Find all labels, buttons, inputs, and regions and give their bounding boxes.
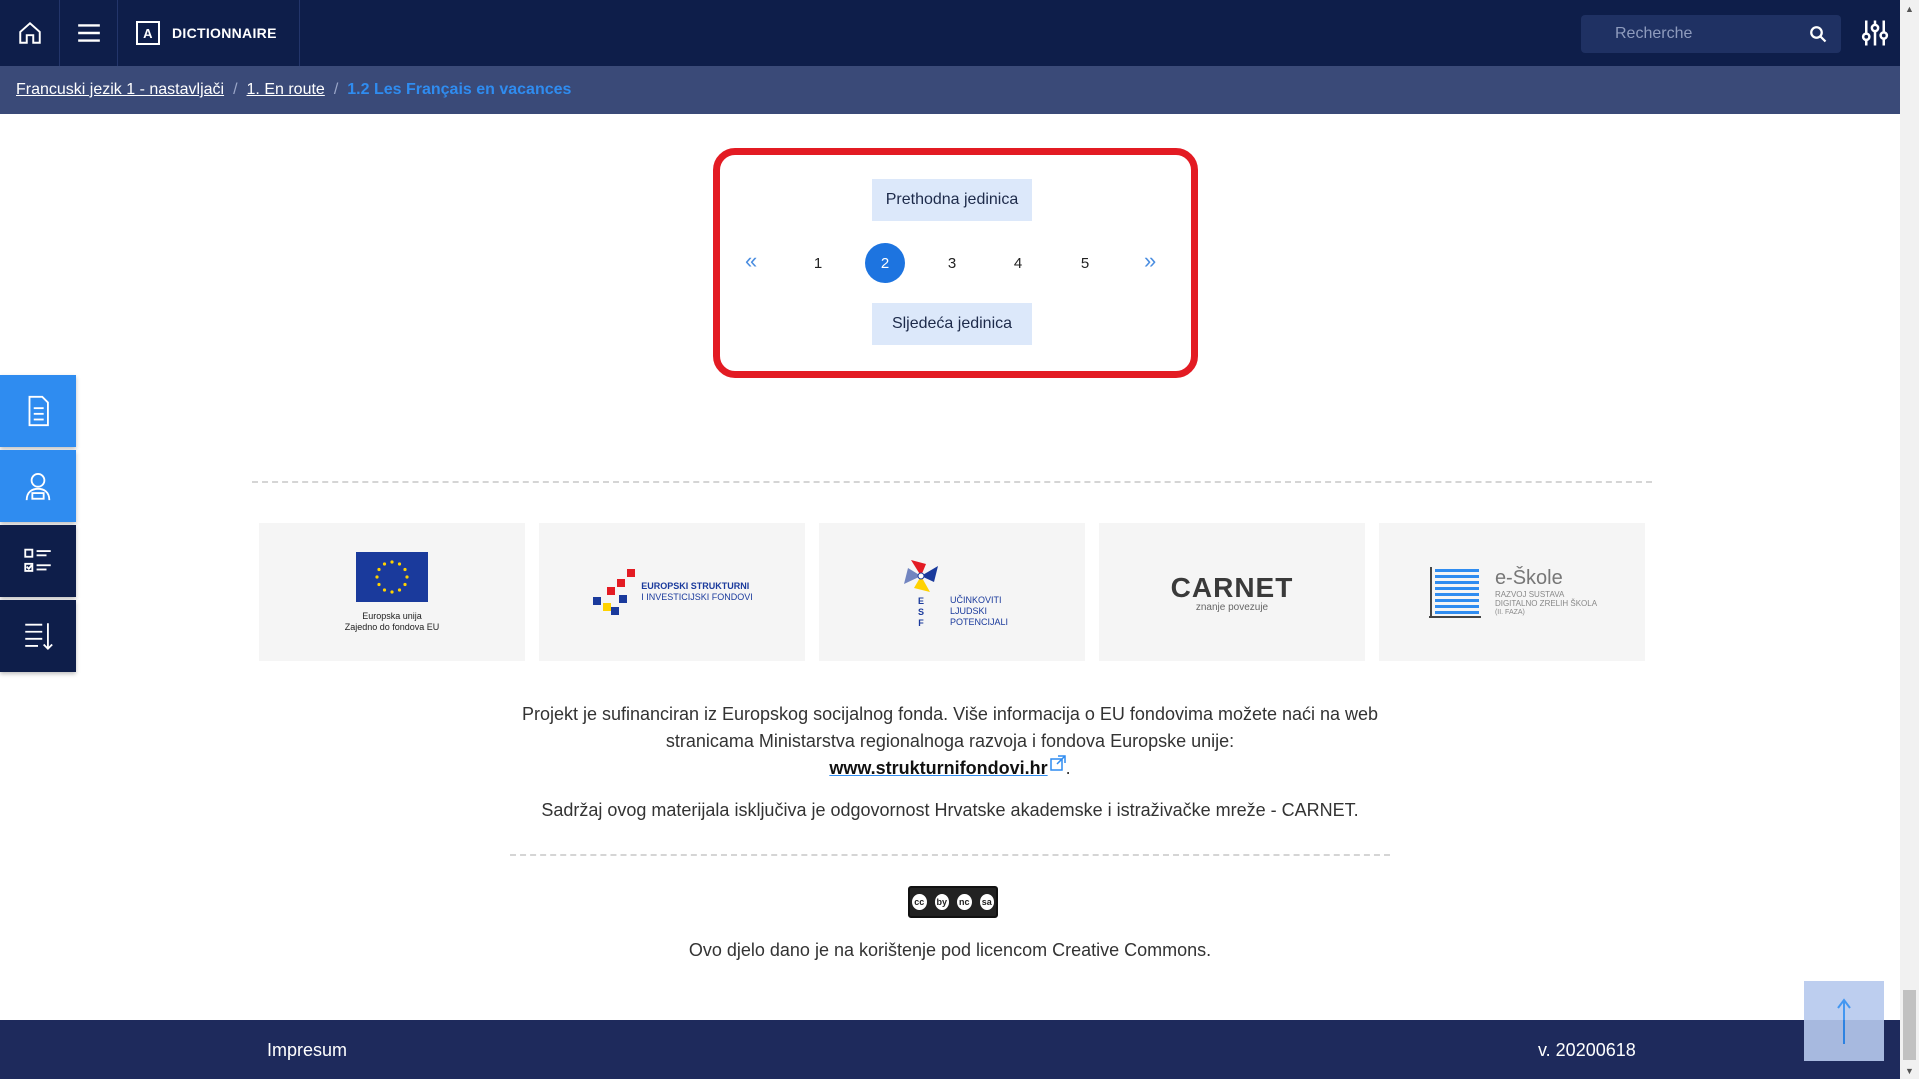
- eu-logo-line2: Zajedno do fondova EU: [344, 621, 440, 632]
- funding-text-line2: stranicama Ministarstva regionalnoga raz…: [665, 731, 1235, 751]
- esf-logo: E S F UČINKOVITI LJUDSKI POTENCIJALI: [896, 556, 1008, 629]
- breadcrumb-current: 1.2 Les Français en vacances: [347, 81, 572, 98]
- eskole-line3: (II. FAZA): [1494, 609, 1525, 616]
- license-text: Ovo djelo dano je na korištenje pod lice…: [688, 940, 1212, 960]
- hamburger-icon: [77, 24, 100, 42]
- eskole-logo: e-Škole RAZVOJ SUSTAVA DIGITALNO ZRELIH …: [1427, 565, 1597, 619]
- eu-logo-line1: Europska unija: [362, 610, 422, 621]
- esf-letter-f: F: [918, 617, 924, 628]
- dictionary-button[interactable]: A DICTIONNAIRE: [118, 0, 300, 66]
- link-suffix: .: [1065, 758, 1071, 778]
- side-tool-tasks[interactable]: [0, 525, 76, 597]
- last-page-arrow[interactable]: »: [1144, 248, 1156, 274]
- search-icon[interactable]: [1809, 25, 1827, 43]
- carnet-logo-card[interactable]: CARNET znanje povezuje: [1099, 523, 1365, 661]
- esi-line2: I INVESTICIJSKI FONDOVI: [641, 592, 753, 602]
- next-unit-button[interactable]: Sljedeća jedinica: [872, 303, 1032, 345]
- home-icon: [18, 21, 41, 44]
- impresum-link[interactable]: Impresum: [267, 1040, 347, 1061]
- esf-line1: UČINKOVITI: [949, 594, 1002, 605]
- responsibility-text: Sadržaj ovog materijala isključiva je od…: [541, 800, 1359, 820]
- page-4[interactable]: 4: [998, 243, 1038, 283]
- version-label: v. 20200618: [1538, 1040, 1636, 1060]
- side-tool-teacher[interactable]: [0, 450, 76, 522]
- cc-sa-icon: sa: [977, 892, 996, 912]
- scroll-down-arrow[interactable]: ▼: [1903, 1064, 1916, 1078]
- eu-logo-card[interactable]: Europska unija Zajedno do fondova EU: [259, 523, 525, 661]
- arrow-up-icon: [1837, 998, 1851, 1044]
- document-checklist-icon: [28, 395, 49, 427]
- eu-flag-icon: [355, 551, 428, 602]
- carnet-logo: CARNET znanje povezuje: [1171, 572, 1294, 613]
- side-tool-notes[interactable]: [0, 375, 76, 447]
- cc-by-icon: by: [932, 892, 951, 912]
- esf-pinwheel-icon: [903, 559, 938, 592]
- breadcrumb-course[interactable]: Francuski jezik 1 - nastavljači: [16, 81, 224, 99]
- esf-line3: POTENCIJALI: [949, 616, 1008, 627]
- first-page-arrow[interactable]: «: [745, 248, 757, 274]
- esi-funds-logo: EUROPSKI STRUKTURNI I INVESTICIJSKI FOND…: [591, 567, 753, 617]
- home-button[interactable]: [0, 0, 60, 66]
- eskole-name: e-Škole: [1494, 567, 1563, 589]
- scrollbar-thumb[interactable]: [1903, 990, 1916, 1060]
- footer-divider: [510, 854, 1390, 856]
- scrollbar[interactable]: [1900, 0, 1919, 1079]
- page-1[interactable]: 1: [798, 243, 838, 283]
- eskole-abacus-icon: [1428, 567, 1481, 618]
- breadcrumb: Francuski jezik 1 - nastavljači / 1. En …: [0, 66, 1900, 114]
- dictionary-label: DICTIONNAIRE: [172, 25, 277, 41]
- esi-funds-logo-card[interactable]: EUROPSKI STRUKTURNI I INVESTICIJSKI FOND…: [539, 523, 805, 661]
- esf-letter-e: E: [917, 595, 924, 606]
- esf-logo-card[interactable]: E S F UČINKOVITI LJUDSKI POTENCIJALI: [819, 523, 1085, 661]
- esf-letter-s: S: [917, 606, 924, 617]
- page-2-active[interactable]: 2: [865, 243, 905, 283]
- carnet-name: CARNET: [1170, 571, 1294, 603]
- previous-unit-button[interactable]: Prethodna jedinica: [872, 179, 1032, 221]
- external-link-icon: [1049, 755, 1066, 771]
- footer-bar: Impresum v. 20200618: [0, 1020, 1900, 1079]
- eskole-line2: DIGITALNO ZRELIH ŠKOLA: [1494, 599, 1598, 608]
- esf-line2: LJUDSKI: [949, 605, 987, 616]
- settings-sliders-icon[interactable]: [1860, 18, 1890, 48]
- dictionary-icon: A: [136, 21, 160, 45]
- menu-button[interactable]: [60, 0, 118, 66]
- breadcrumb-separator: /: [233, 81, 238, 98]
- funding-text-line1: Projekt je sufinanciran iz Europskog soc…: [521, 704, 1379, 724]
- esi-squares-icon: [593, 569, 636, 615]
- breadcrumb-separator: /: [333, 81, 339, 98]
- breadcrumb-unit[interactable]: 1. En route: [247, 81, 325, 99]
- creative-commons-badge[interactable]: cc by nc sa: [908, 886, 998, 918]
- page-5[interactable]: 5: [1065, 243, 1105, 283]
- eskole-logo-card[interactable]: e-Škole RAZVOJ SUSTAVA DIGITALNO ZRELIH …: [1379, 523, 1645, 661]
- eu-logo: Europska unija Zajedno do fondova EU: [344, 551, 440, 633]
- page-3[interactable]: 3: [932, 243, 972, 283]
- side-tool-outline[interactable]: [0, 600, 76, 672]
- checklist-icon: [24, 548, 51, 572]
- teacher-icon: [25, 473, 51, 501]
- cc-nc-icon: nc: [955, 892, 974, 912]
- funding-paragraph: Projekt je sufinanciran iz Europskog soc…: [450, 701, 1450, 782]
- scroll-up-arrow[interactable]: ▲: [1903, 2, 1916, 16]
- cc-icon: cc: [910, 892, 929, 912]
- section-divider: [252, 481, 1652, 483]
- search-input[interactable]: [1615, 25, 1815, 43]
- structural-funds-link[interactable]: www.strukturnifondovi.hr: [829, 758, 1047, 778]
- eskole-line1: RAZVOJ SUSTAVA: [1494, 590, 1565, 599]
- sort-list-icon: [25, 623, 53, 651]
- back-to-top-button[interactable]: [1804, 981, 1884, 1061]
- esi-line1: EUROPSKI STRUKTURNI: [641, 581, 750, 591]
- search-box: [1581, 15, 1841, 53]
